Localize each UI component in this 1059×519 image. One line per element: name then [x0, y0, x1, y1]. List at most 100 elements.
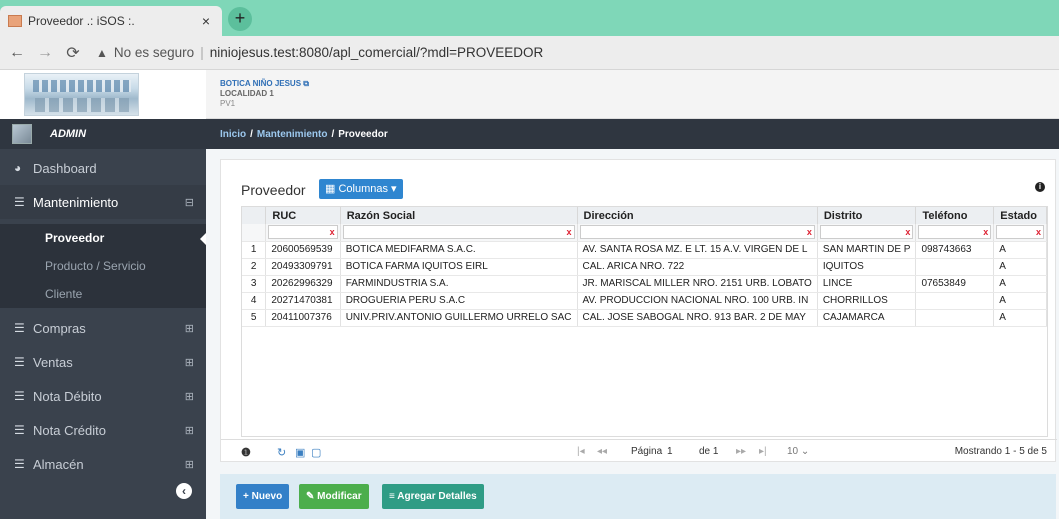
columns-button-label: Columnas	[338, 183, 388, 195]
filter-cell-rownum	[242, 224, 267, 242]
sidebar-item-ventas[interactable]: ☰ Ventas ⊞	[0, 345, 206, 379]
breadcrumb-section[interactable]: Mantenimiento	[257, 129, 328, 140]
forward-arrow-icon[interactable]: →	[34, 44, 56, 62]
sidebar-item-label: Nota Crédito	[33, 422, 106, 438]
breadcrumb-separator: /	[331, 128, 335, 140]
clear-filter-icon[interactable]: x	[905, 226, 910, 239]
filter-input-estado[interactable]: x	[996, 225, 1044, 240]
clear-filter-icon[interactable]: x	[983, 226, 988, 239]
table-row[interactable]: 4 20271470381 DROGUERIA PERU S.A.C AV. P…	[242, 292, 1047, 310]
proveedor-panel: Proveedor ▦ Columnas ▾ i RUC Razón Socia…	[220, 159, 1057, 462]
cell-ruc: 20411007376	[265, 309, 341, 327]
breadcrumb-home[interactable]: Inicio	[220, 129, 246, 140]
clear-filter-icon[interactable]: x	[1036, 226, 1041, 239]
sidebar-subitem-cliente[interactable]: Cliente	[0, 280, 206, 308]
clear-filter-icon[interactable]: x	[330, 226, 335, 239]
page-label: Página	[631, 446, 663, 457]
expand-icon: ⊞	[184, 356, 194, 369]
page-size-value: 10	[787, 446, 799, 457]
browser-tab[interactable]: Proveedor .: iSOS :. ×	[0, 6, 222, 36]
page-input[interactable]: 1	[667, 446, 673, 457]
sidebar: ◕ Dashboard ☰ Mantenimiento ⊟ Proveedor …	[0, 149, 206, 519]
sidebar-item-nota-debito[interactable]: ☰ Nota Débito ⊞	[0, 379, 206, 413]
cell-distrito: IQUITOS	[817, 258, 917, 276]
sidebar-item-mantenimiento[interactable]: ☰ Mantenimiento ⊟	[0, 185, 206, 219]
export-pdf-icon[interactable]: ▢	[311, 446, 321, 459]
user-bar: ADMIN	[0, 119, 206, 149]
table-row[interactable]: 1 20600569539 BOTICA MEDIFARMA S.A.C. AV…	[242, 241, 1047, 259]
clear-filter-icon[interactable]: x	[807, 226, 812, 239]
column-header-direccion[interactable]: Dirección	[577, 207, 818, 224]
main-content: Proveedor ▦ Columnas ▾ i RUC Razón Socia…	[206, 149, 1059, 519]
tab-close-icon[interactable]: ×	[198, 13, 214, 29]
tachometer-icon: ◕	[14, 161, 22, 175]
edit-icon: ✎	[306, 491, 318, 502]
breadcrumb-current: Proveedor	[338, 128, 388, 140]
back-arrow-icon[interactable]: ←	[6, 44, 28, 62]
filter-input-ruc[interactable]: x	[268, 225, 338, 240]
filter-input-direccion[interactable]: x	[579, 225, 815, 240]
refresh-icon[interactable]: ↻	[277, 446, 286, 459]
url-input[interactable]: niniojesus.test:8080/apl_comercial/?mdl=…	[210, 45, 544, 60]
cell-telefono	[915, 309, 995, 327]
cell-distrito: CAJAMARCA	[817, 309, 917, 327]
nuevo-button[interactable]: + Nuevo	[236, 484, 290, 509]
row-number: 4	[242, 292, 267, 310]
column-header-telefono[interactable]: Teléfono	[915, 207, 995, 224]
sidebar-item-nota-credito[interactable]: ☰ Nota Crédito ⊞	[0, 413, 206, 447]
cell-distrito: SAN MARTIN DE P	[817, 241, 917, 259]
filter-cell: x	[340, 224, 578, 242]
list-icon: ☰	[14, 355, 25, 369]
column-header-ruc[interactable]: RUC	[265, 207, 341, 224]
first-page-icon[interactable]: |◂	[577, 446, 585, 457]
sidebar-subitem-label: Producto / Servicio	[45, 259, 146, 273]
next-page-icon[interactable]: ▸▸	[736, 446, 746, 457]
new-tab-button[interactable]: +	[228, 7, 252, 31]
panel-title: Proveedor	[241, 182, 306, 198]
cell-razon-social: DROGUERIA PERU S.A.C	[340, 292, 578, 310]
sidebar-item-label: Ventas	[33, 354, 73, 370]
filter-input-telefono[interactable]: x	[918, 225, 992, 240]
pager-info-icon[interactable]: ❶	[241, 446, 251, 459]
sidebar-item-almacen[interactable]: ☰ Almacén ⊞	[0, 447, 206, 481]
table-row[interactable]: 5 20411007376 UNIV.PRIV.ANTONIO GUILLERM…	[242, 309, 1047, 327]
sidebar-subitem-producto[interactable]: Producto / Servicio	[0, 252, 206, 280]
company-name-link[interactable]: BOTICA NIÑO JESUS	[220, 79, 301, 88]
info-icon[interactable]: i	[1035, 182, 1045, 192]
page-size-select[interactable]: 10 ⌄	[787, 446, 809, 457]
sidebar-subitem-proveedor[interactable]: Proveedor	[0, 224, 206, 252]
company-info: BOTICA NIÑO JESUS ⧉ LOCALIDAD 1 PV1	[220, 79, 309, 109]
expand-icon: ⊞	[184, 424, 194, 437]
clear-filter-icon[interactable]: x	[566, 226, 571, 239]
column-header-razon-social[interactable]: Razón Social	[340, 207, 578, 224]
filter-input-razon-social[interactable]: x	[342, 225, 575, 240]
plus-icon: +	[243, 491, 252, 502]
agregar-detalles-button[interactable]: ≡ Agregar Detalles	[382, 484, 484, 509]
prev-page-icon[interactable]: ◂◂	[597, 446, 607, 457]
last-page-icon[interactable]: ▸|	[759, 446, 767, 457]
sidebar-item-dashboard[interactable]: ◕ Dashboard	[0, 151, 206, 185]
cell-direccion: CAL. ARICA NRO. 722	[577, 258, 818, 276]
table-row[interactable]: 2 20493309791 BOTICA FARMA IQUITOS EIRL …	[242, 258, 1047, 276]
reload-icon[interactable]: ⟳	[62, 43, 84, 63]
filter-input-distrito[interactable]: x	[819, 225, 914, 240]
external-link-icon: ⧉	[301, 79, 309, 88]
address-separator: |	[200, 45, 204, 60]
list-icon: ☰	[14, 457, 25, 471]
favicon-icon	[8, 15, 22, 27]
avatar	[12, 124, 32, 144]
column-header-distrito[interactable]: Distrito	[817, 207, 917, 224]
expand-icon: ⊞	[184, 322, 194, 335]
sidebar-item-compras[interactable]: ☰ Compras ⊞	[0, 311, 206, 345]
list-icon: ☰	[14, 321, 25, 335]
sidebar-collapse-icon[interactable]: ‹	[176, 483, 192, 499]
data-grid: RUC Razón Social Dirección Distrito Telé…	[241, 206, 1048, 437]
column-header-estado[interactable]: Estado	[993, 207, 1047, 224]
table-row[interactable]: 3 20262996329 FARMINDUSTRIA S.A. JR. MAR…	[242, 275, 1047, 293]
export-excel-icon[interactable]: ▣	[295, 446, 305, 459]
address-bar: ← → ⟳ ▲ No es seguro | niniojesus.test:8…	[0, 36, 1059, 70]
columns-button[interactable]: ▦ Columnas ▾	[319, 179, 403, 199]
modificar-button[interactable]: ✎ Modificar	[299, 484, 369, 509]
modificar-button-label: Modificar	[317, 491, 362, 502]
chevron-down-icon: ⌄	[800, 446, 810, 457]
